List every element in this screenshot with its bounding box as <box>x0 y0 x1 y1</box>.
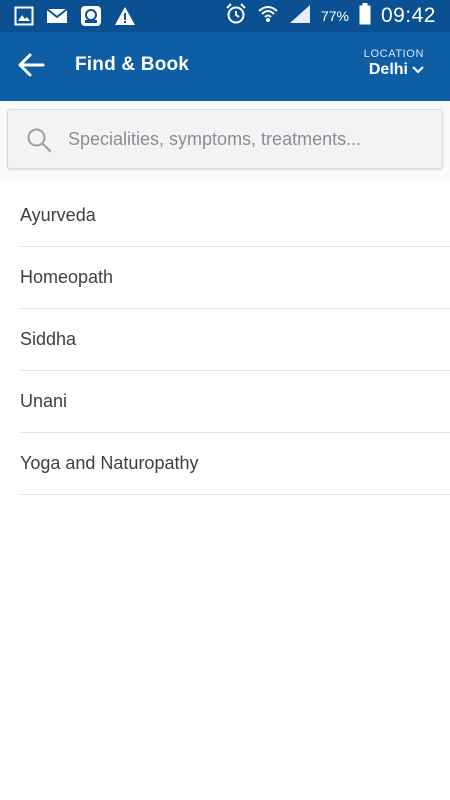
page-title: Find & Book <box>75 54 190 75</box>
app-icon <box>80 5 102 32</box>
clock: 09:42 <box>380 4 436 27</box>
location-selector[interactable]: LOCATION Delhi <box>364 48 424 79</box>
list-item-siddha[interactable]: Siddha <box>20 309 450 371</box>
location-value-row: Delhi <box>364 61 424 79</box>
list-item-label: Ayurveda <box>20 205 96 225</box>
location-value: Delhi <box>368 61 408 78</box>
system-icons: 77% 09:42 <box>225 2 436 30</box>
notification-icons <box>14 5 136 32</box>
list-item-label: Siddha <box>20 329 77 349</box>
chevron-down-icon <box>412 66 424 74</box>
list-item-homeopath[interactable]: Homeopath <box>20 247 450 309</box>
search-icon <box>27 128 52 153</box>
location-label: LOCATION <box>363 48 424 60</box>
signal-icon <box>289 4 311 29</box>
gallery-icon <box>14 6 34 31</box>
back-button[interactable] <box>16 50 52 84</box>
list-item-yoga-naturopathy[interactable]: Yoga and Naturopathy <box>20 433 450 495</box>
alarm-icon <box>225 2 247 30</box>
search-box[interactable] <box>7 109 443 169</box>
list-item-label: Unani <box>20 391 68 411</box>
list-item-ayurveda[interactable]: Ayurveda <box>20 185 450 247</box>
list-item-unani[interactable]: Unani <box>20 371 450 433</box>
list-item-label: Homeopath <box>20 267 114 287</box>
app-bar: Find & Book LOCATION Delhi <box>0 32 450 101</box>
search-area <box>0 101 450 181</box>
status-bar: 77% 09:42 <box>0 0 450 32</box>
search-input[interactable] <box>66 121 430 157</box>
battery-icon <box>359 2 371 30</box>
battery-percent: 77% <box>320 8 349 24</box>
mail-icon <box>46 7 68 30</box>
back-arrow-icon <box>18 53 45 77</box>
speciality-list: Ayurveda Homeopath Siddha Unani Yoga and… <box>20 185 450 495</box>
list-item-label: Yoga and Naturopathy <box>20 453 199 473</box>
wifi-icon <box>257 3 279 30</box>
warning-icon <box>114 6 136 31</box>
